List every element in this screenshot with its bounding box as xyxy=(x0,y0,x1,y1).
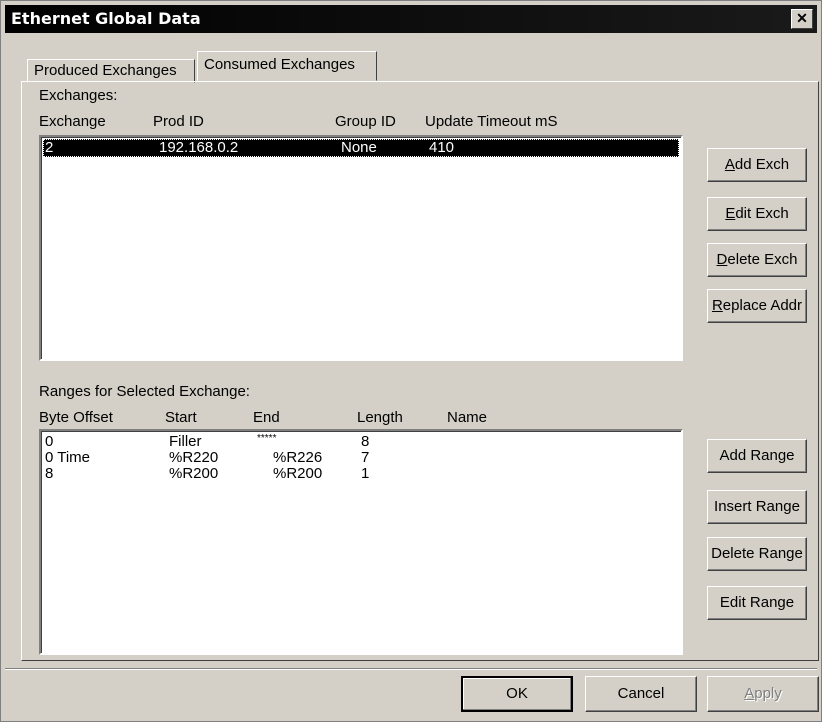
window-title: Ethernet Global Data xyxy=(11,9,201,28)
title-bar[interactable]: Ethernet Global Data ✕ xyxy=(5,5,817,33)
tab-produced-exchanges[interactable]: Produced Exchanges xyxy=(27,59,195,83)
add-range-label: Add Range xyxy=(719,447,795,464)
end-cell: %R200 xyxy=(273,465,323,482)
edit-range-button[interactable]: Edit Range xyxy=(707,586,807,620)
dialog-window: Ethernet Global Data ✕ Produced Exchange… xyxy=(0,0,822,722)
col-byte-offset: Byte Offset xyxy=(39,409,113,426)
tab-consumed-exchanges[interactable]: Consumed Exchanges xyxy=(197,51,377,81)
edit-exch-label: dit Exch xyxy=(735,205,789,222)
edit-range-label: Edit Range xyxy=(719,594,795,611)
col-end: End xyxy=(253,409,280,426)
ranges-label: Ranges for Selected Exchange: xyxy=(39,383,250,400)
end-cell: ***** xyxy=(257,433,277,444)
exchanges-list[interactable]: 2 192.168.0.2 None 410 xyxy=(39,135,683,361)
add-exch-button[interactable]: Add Exch xyxy=(707,148,807,182)
insert-range-label: Insert Range xyxy=(714,498,800,515)
exchanges-label: Exchanges: xyxy=(39,87,118,104)
apply-label: pply xyxy=(754,685,782,702)
edit-exch-mnemonic: E xyxy=(725,205,736,222)
replace-addr-mnemonic: R xyxy=(711,297,723,314)
replace-addr-button[interactable]: Replace Addr xyxy=(707,289,807,323)
apply-mnemonic: A xyxy=(744,685,755,702)
delete-exch-label: elete Exch xyxy=(727,251,798,268)
footer-separator xyxy=(5,668,817,670)
cancel-button[interactable]: Cancel xyxy=(585,676,697,712)
col-start: Start xyxy=(165,409,197,426)
add-range-button[interactable]: Add Range xyxy=(707,439,807,473)
col-group-id: Group ID xyxy=(335,113,396,130)
col-length: Length xyxy=(357,409,403,426)
timeout-cell: 410 xyxy=(429,139,455,156)
range-row[interactable]: 8 %R200 %R200 1 xyxy=(43,465,679,483)
offset-cell: 8 xyxy=(45,465,54,482)
prod-id-cell: 192.168.0.2 xyxy=(159,139,239,156)
start-cell: %R200 xyxy=(169,465,219,482)
ranges-list[interactable]: 0 Filler ***** 8 0 Time %R220 %R226 7 8 … xyxy=(39,429,683,655)
tab-produced-label: Produced Exchanges xyxy=(34,62,177,79)
replace-addr-label: eplace Addr xyxy=(722,297,803,314)
exchange-row[interactable]: 2 192.168.0.2 None 410 xyxy=(43,139,679,157)
col-name: Name xyxy=(447,409,488,426)
delete-exch-button[interactable]: Delete Exch xyxy=(707,243,807,277)
ok-button[interactable]: OK xyxy=(461,676,573,712)
add-exch-mnemonic: A xyxy=(724,156,735,173)
tab-consumed-label: Consumed Exchanges xyxy=(204,56,355,73)
delete-range-label: Delete Range xyxy=(711,545,803,562)
close-button[interactable]: ✕ xyxy=(791,9,813,29)
exchange-cell: 2 xyxy=(45,139,54,156)
cancel-label: Cancel xyxy=(617,685,665,702)
add-exch-label: dd Exch xyxy=(734,156,790,173)
delete-range-button[interactable]: Delete Range xyxy=(707,537,807,571)
close-icon: ✕ xyxy=(796,10,808,26)
group-id-cell: None xyxy=(341,139,377,156)
apply-button[interactable]: Apply xyxy=(707,676,819,712)
insert-range-button[interactable]: Insert Range xyxy=(707,490,807,524)
col-prod-id: Prod ID xyxy=(153,113,204,130)
ok-label: OK xyxy=(506,685,528,702)
delete-exch-mnemonic: D xyxy=(716,251,728,268)
col-update-timeout: Update Timeout mS xyxy=(425,113,558,130)
col-exchange: Exchange xyxy=(39,113,106,130)
edit-exch-button[interactable]: Edit Exch xyxy=(707,197,807,231)
length-cell: 1 xyxy=(361,465,370,482)
